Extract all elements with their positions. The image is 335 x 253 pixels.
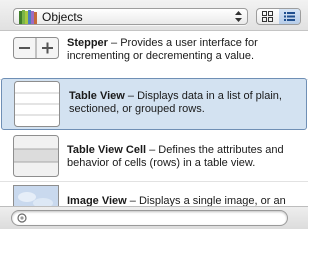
- filter-field[interactable]: [11, 210, 288, 226]
- stepper-icon: [13, 37, 59, 59]
- filter-icon: [17, 213, 27, 223]
- library-item-table-view-cell[interactable]: Table View Cell – Defines the attributes…: [0, 131, 308, 182]
- icon-view-button[interactable]: [257, 9, 280, 24]
- library-item-description: Stepper – Provides a user interface for …: [67, 37, 300, 63]
- library-item-image-view[interactable]: Image View – Displays a single image, or…: [0, 182, 308, 206]
- library-item-description: Table View Cell – Defines the attributes…: [67, 144, 300, 170]
- view-mode-toggle[interactable]: [256, 8, 301, 25]
- list-view-icon: [284, 12, 295, 21]
- table-view-cell-icon: [13, 135, 59, 177]
- library-item-description: Image View – Displays a single image, or…: [67, 195, 300, 206]
- table-view-icon: [14, 81, 60, 127]
- library-item-title: Image View: [67, 195, 127, 206]
- library-toolbar: Objects: [0, 0, 308, 31]
- list-view-button[interactable]: [279, 9, 300, 24]
- library-item-description: Table View – Displays data in a list of …: [69, 90, 298, 116]
- updown-arrows-icon: [235, 11, 242, 22]
- image-view-icon: [13, 185, 59, 206]
- icon-grid-icon: [262, 11, 273, 22]
- library-item-title: Table View: [69, 90, 125, 102]
- filter-input[interactable]: [30, 211, 280, 225]
- library-popup-button[interactable]: Objects: [13, 8, 248, 25]
- books-icon: [19, 10, 37, 24]
- library-item-desc: – Displays a single image, or an: [126, 195, 286, 206]
- object-library-list[interactable]: Stepper – Provides a user interface for …: [0, 31, 308, 206]
- library-item-title: Stepper: [67, 37, 108, 49]
- library-item-stepper[interactable]: Stepper – Provides a user interface for …: [0, 31, 308, 80]
- library-item-table-view[interactable]: Table View – Displays data in a list of …: [1, 78, 307, 130]
- filter-bar: [0, 206, 308, 229]
- library-select-label: Objects: [42, 10, 83, 24]
- library-item-title: Table View Cell: [67, 144, 147, 156]
